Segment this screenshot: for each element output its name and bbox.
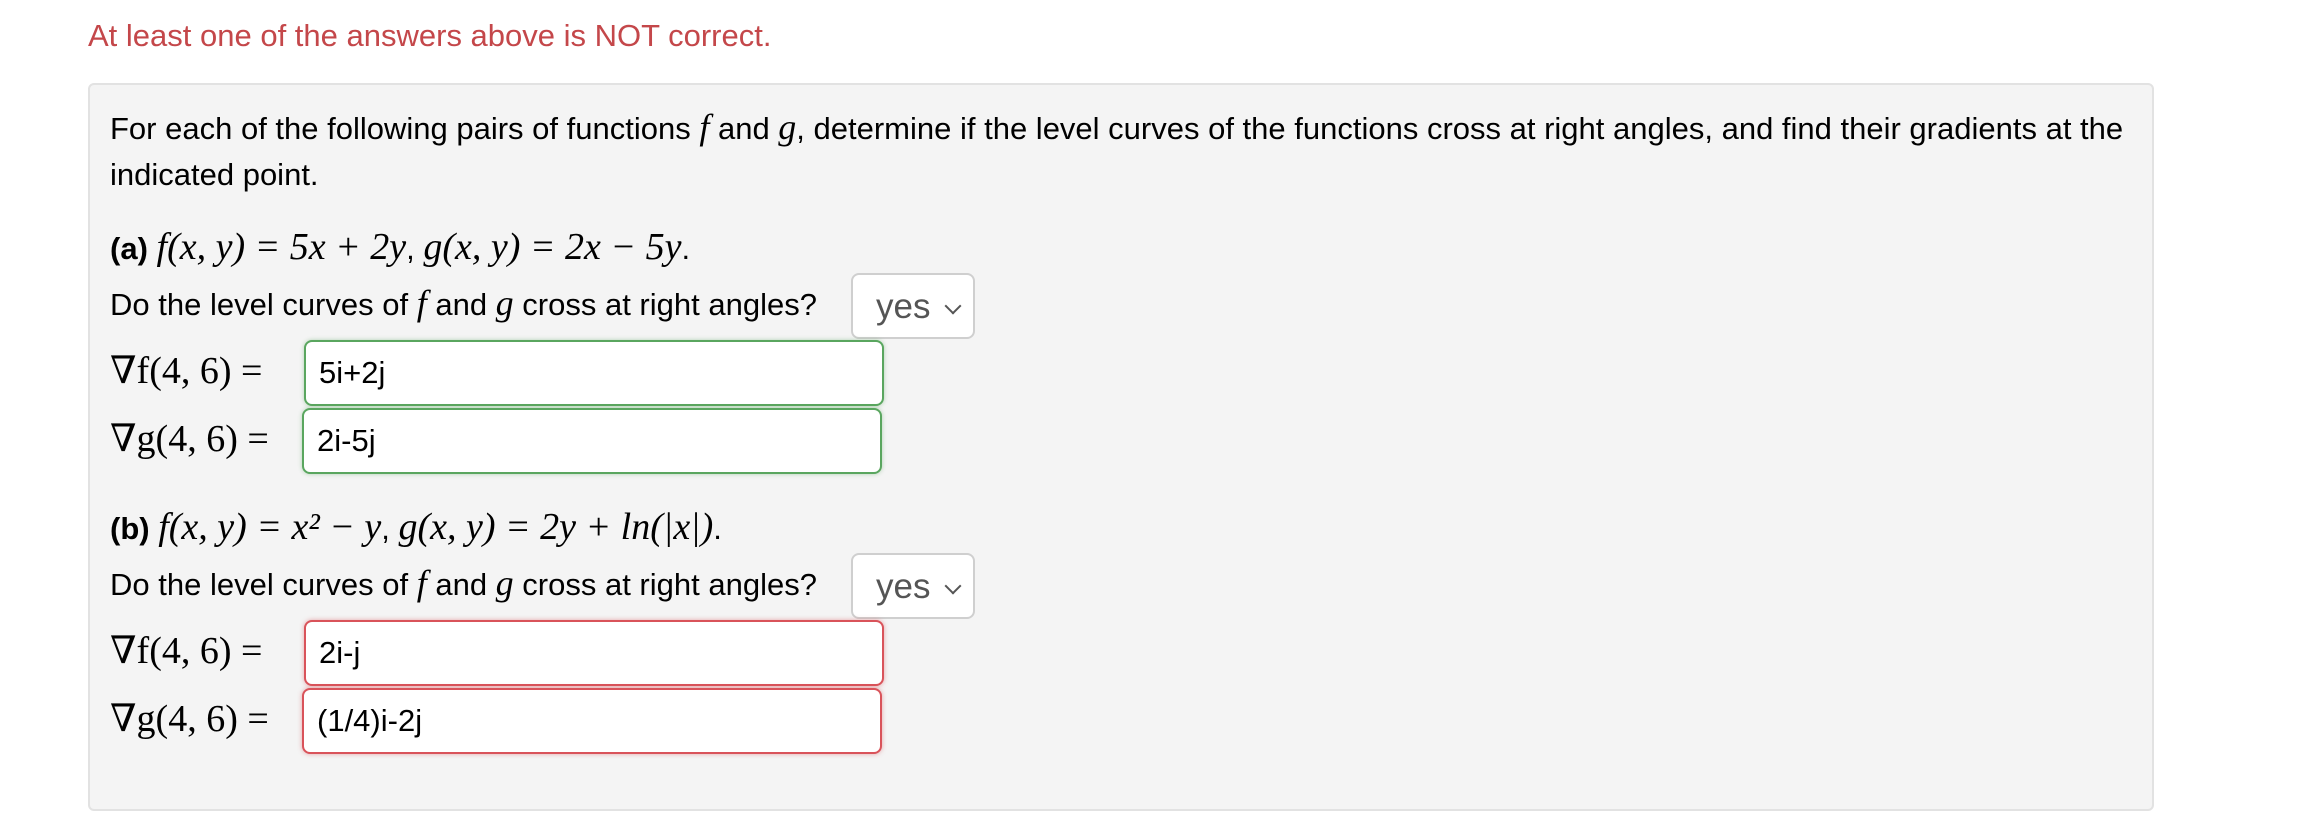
part-a-heading: (a) f(x, y) = 5x + 2y, g(x, y) = 2x − 5y…	[110, 226, 691, 268]
part-b-right-angle-select[interactable]: yes	[851, 553, 975, 619]
intro-text-2: and	[709, 111, 779, 146]
part-a-grad-f-input[interactable]: 5i+2j	[304, 340, 884, 406]
part-a-grad-g-label: ∇g(4, 6) =	[110, 418, 269, 460]
feedback-message: At least one of the answers above is NOT…	[88, 18, 772, 53]
part-b-select-value: yes	[876, 567, 931, 606]
part-a-grad-f-label: ∇f(4, 6) =	[110, 350, 263, 392]
part-a-question-text-3: cross at right angles?	[513, 287, 817, 322]
part-b-question-text-2: and	[426, 567, 496, 602]
chevron-down-icon	[944, 577, 962, 595]
intro-text-1: For each of the following pairs of funct…	[110, 111, 700, 146]
page: At least one of the answers above is NOT…	[0, 0, 2321, 819]
part-b-grad-f-input[interactable]: 2i-j	[304, 620, 884, 686]
part-b-grad-g-input[interactable]: (1/4)i-2j	[302, 688, 882, 754]
part-a-question-text-1: Do the level curves of	[110, 287, 417, 322]
part-a-select-value: yes	[876, 287, 931, 326]
part-a-question: Do the level curves of f and g cross at …	[110, 278, 817, 330]
part-b-g-expression: g(x, y) = 2y + ln(|x|)	[398, 506, 714, 548]
part-b-question-g: g	[495, 563, 514, 603]
part-b-question-text-3: cross at right angles?	[513, 567, 817, 602]
part-a-g-expression: g(x, y) = 2x − 5y	[423, 226, 682, 268]
part-a-label: (a)	[110, 231, 148, 266]
part-b-question-text-1: Do the level curves of	[110, 567, 417, 602]
part-a-right-angle-select[interactable]: yes	[851, 273, 975, 339]
part-a-question-g: g	[495, 283, 514, 323]
problem-intro: For each of the following pairs of funct…	[110, 104, 2140, 198]
part-b-f-expression: f(x, y) = x² − y	[158, 506, 382, 548]
part-a-question-f: f	[416, 283, 427, 323]
part-b-label: (b)	[110, 511, 150, 546]
part-b-question: Do the level curves of f and g cross at …	[110, 558, 817, 610]
part-b-heading: (b) f(x, y) = x² − y, g(x, y) = 2y + ln(…	[110, 506, 722, 548]
part-b-grad-g-label: ∇g(4, 6) =	[110, 698, 269, 740]
part-b-question-f: f	[416, 563, 427, 603]
intro-g-symbol: g	[778, 107, 797, 147]
part-a-f-expression: f(x, y) = 5x + 2y	[156, 226, 407, 268]
part-b-grad-f-label: ∇f(4, 6) =	[110, 630, 263, 672]
part-a-grad-g-input[interactable]: 2i-5j	[302, 408, 882, 474]
intro-f-symbol: f	[699, 107, 710, 147]
chevron-down-icon	[944, 297, 962, 315]
part-a-question-text-2: and	[426, 287, 496, 322]
